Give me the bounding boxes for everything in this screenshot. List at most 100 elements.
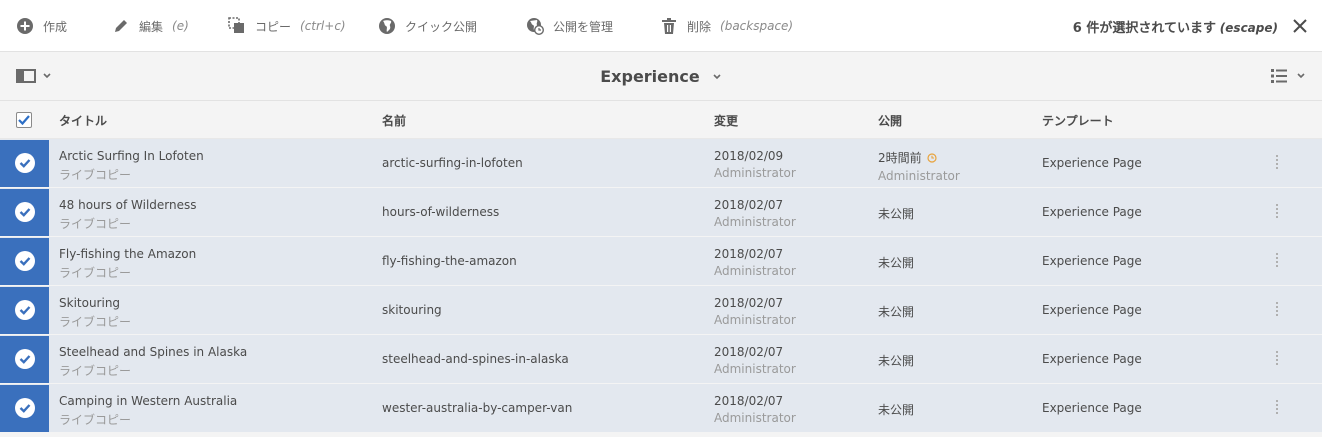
rail-toggle-button[interactable]: [16, 68, 52, 84]
modified-date: 2018/02/07: [714, 394, 784, 408]
row-selected-checkmark[interactable]: [15, 153, 35, 173]
row-title[interactable]: Arctic Surfing In Lofoten: [59, 149, 204, 163]
delete-button[interactable]: 削除 (backspace): [660, 0, 793, 52]
modified-date: 2018/02/07: [714, 296, 784, 310]
row-thumbnail[interactable]: [0, 287, 49, 334]
copy-shortcut: (ctrl+c): [300, 19, 346, 33]
row-modified-cell: 2018/02/09 Administrator: [714, 149, 796, 180]
row-selected-checkmark[interactable]: [15, 300, 35, 320]
row-template: Experience Page: [1042, 254, 1142, 268]
checkmark-icon: [19, 306, 31, 315]
table-row[interactable]: Fly-fishing the Amazon ライブコピー fly-fishin…: [0, 237, 1322, 286]
published-by: Administrator: [878, 169, 960, 183]
row-thumbnail[interactable]: [0, 189, 49, 236]
table-header: タイトル 名前 変更 公開 テンプレート: [0, 101, 1322, 139]
edit-button[interactable]: 編集 (e): [112, 0, 189, 52]
modified-date: 2018/02/07: [714, 247, 784, 261]
row-template: Experience Page: [1042, 156, 1142, 170]
checkmark-icon: [19, 159, 31, 168]
page-title-text[interactable]: Experience: [600, 67, 700, 86]
row-drag-handle[interactable]: [1276, 155, 1280, 171]
modified-by: Administrator: [714, 362, 796, 376]
create-label: 作成: [43, 19, 68, 34]
row-live-copy-label: ライブコピー: [59, 217, 132, 231]
row-modified-cell: 2018/02/07 Administrator: [714, 247, 796, 278]
add-circle-icon: [17, 18, 33, 34]
row-published-cell: 未公開: [878, 205, 914, 222]
quick-publish-label: クイック公開: [405, 19, 478, 34]
column-header-title[interactable]: タイトル: [59, 101, 107, 139]
globe-clock-icon: [527, 18, 544, 35]
modified-by: Administrator: [714, 313, 796, 327]
row-title-cell: Fly-fishing the Amazon ライブコピー: [59, 247, 196, 281]
copy-label: コピー: [255, 19, 292, 34]
content-header: Experience: [0, 52, 1322, 101]
modified-by: Administrator: [714, 215, 796, 229]
row-drag-handle[interactable]: [1276, 302, 1280, 318]
row-name: fly-fishing-the-amazon: [382, 254, 517, 268]
view-switcher-button[interactable]: [1270, 68, 1306, 84]
manage-publication-button[interactable]: 公開を管理: [526, 0, 613, 52]
trash-icon: [662, 18, 676, 34]
row-title-cell: Skitouring ライブコピー: [59, 296, 131, 330]
row-name: steelhead-and-spines-in-alaska: [382, 352, 569, 366]
table-row[interactable]: Arctic Surfing In Lofoten ライブコピー arctic-…: [0, 139, 1322, 188]
row-selected-checkmark[interactable]: [15, 251, 35, 271]
row-title[interactable]: Skitouring: [59, 296, 131, 310]
checkmark-icon: [18, 115, 30, 126]
row-title-cell: Steelhead and Spines in Alaska ライブコピー: [59, 345, 247, 379]
table-row[interactable]: Camping in Western Australia ライブコピー west…: [0, 384, 1322, 433]
create-button[interactable]: 作成: [16, 0, 67, 52]
row-title[interactable]: Camping in Western Australia: [59, 394, 237, 408]
row-selected-checkmark[interactable]: [15, 349, 35, 369]
modified-date: 2018/02/07: [714, 345, 784, 359]
close-icon[interactable]: [1292, 18, 1308, 34]
chevron-down-icon[interactable]: [712, 72, 722, 82]
row-selected-checkmark[interactable]: [15, 398, 35, 418]
checkmark-icon: [19, 355, 31, 364]
row-title[interactable]: Fly-fishing the Amazon: [59, 247, 196, 261]
copy-button[interactable]: コピー (ctrl+c): [228, 0, 346, 52]
column-header-name[interactable]: 名前: [382, 101, 406, 139]
row-thumbnail[interactable]: [0, 385, 49, 432]
clock-icon: [927, 153, 937, 163]
row-title[interactable]: Steelhead and Spines in Alaska: [59, 345, 247, 359]
table-row[interactable]: 48 hours of Wilderness ライブコピー hours-of-w…: [0, 188, 1322, 237]
column-header-template[interactable]: テンプレート: [1042, 101, 1114, 139]
row-drag-handle[interactable]: [1276, 253, 1280, 269]
table-row[interactable]: Steelhead and Spines in Alaska ライブコピー st…: [0, 335, 1322, 384]
row-published-cell: 未公開: [878, 352, 914, 369]
table-row[interactable]: Skitouring ライブコピー skitouring 2018/02/07 …: [0, 286, 1322, 335]
row-name: wester-australia-by-camper-van: [382, 401, 573, 415]
row-selected-checkmark[interactable]: [15, 202, 35, 222]
modified-date: 2018/02/07: [714, 198, 784, 212]
row-name: arctic-surfing-in-lofoten: [382, 156, 523, 170]
row-title-cell: Camping in Western Australia ライブコピー: [59, 394, 237, 428]
delete-label: 削除: [687, 19, 712, 34]
table-body: Arctic Surfing In Lofoten ライブコピー arctic-…: [0, 139, 1322, 433]
row-title[interactable]: 48 hours of Wilderness: [59, 198, 197, 212]
row-published-cell: 未公開: [878, 254, 914, 271]
row-drag-handle[interactable]: [1276, 204, 1280, 220]
page-title: Experience: [0, 52, 1322, 101]
row-thumbnail[interactable]: [0, 140, 49, 187]
modified-by: Administrator: [714, 264, 796, 278]
checkmark-icon: [19, 257, 31, 266]
quick-publish-button[interactable]: クイック公開: [378, 0, 477, 52]
modified-by: Administrator: [714, 411, 796, 425]
column-header-modified[interactable]: 変更: [714, 101, 738, 139]
side-panel-icon: [16, 69, 36, 83]
row-modified-cell: 2018/02/07 Administrator: [714, 394, 796, 425]
row-published-cell: 2時間前 Administrator: [878, 149, 960, 183]
published-status: 未公開: [878, 256, 915, 270]
select-all-checkbox[interactable]: [16, 112, 32, 128]
column-header-published[interactable]: 公開: [878, 101, 902, 139]
row-thumbnail[interactable]: [0, 238, 49, 285]
row-drag-handle[interactable]: [1276, 351, 1280, 367]
delete-shortcut: (backspace): [720, 19, 794, 33]
selection-escape-hint: (escape): [1219, 20, 1278, 35]
row-drag-handle[interactable]: [1276, 400, 1280, 416]
row-template: Experience Page: [1042, 401, 1142, 415]
row-thumbnail[interactable]: [0, 336, 49, 383]
published-status: 未公開: [878, 305, 915, 319]
